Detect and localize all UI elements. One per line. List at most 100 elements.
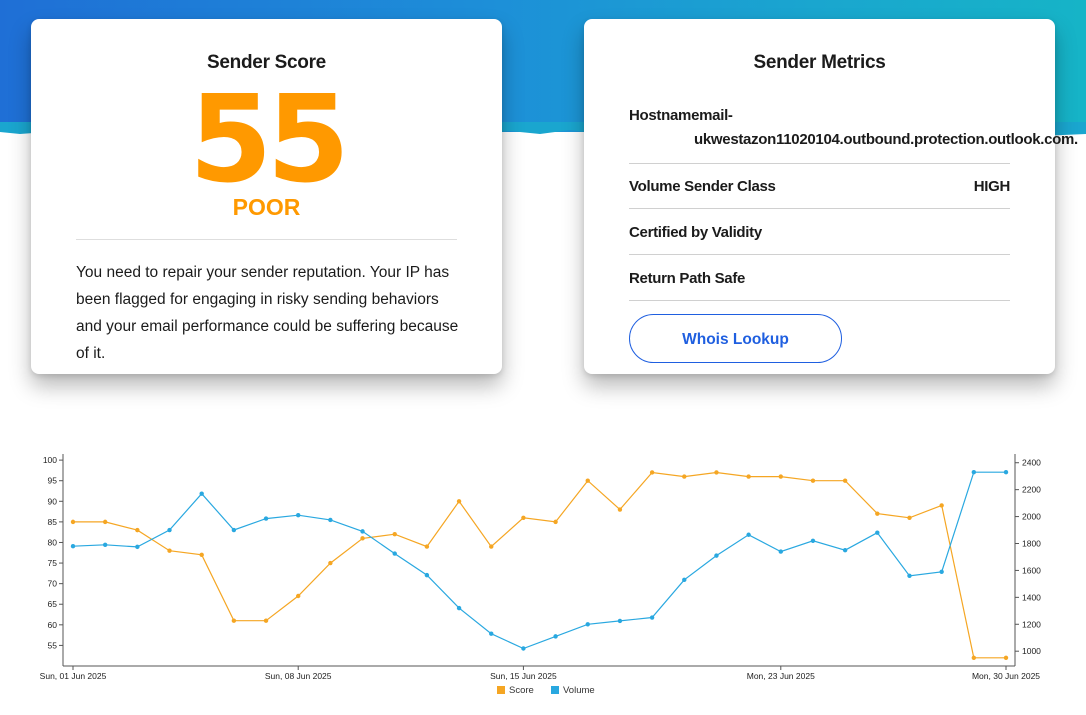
volume-data-point	[778, 549, 783, 554]
y-right-tick-label: 1400	[1022, 592, 1041, 602]
y-right-tick-label: 1800	[1022, 539, 1041, 549]
volume-data-point	[875, 530, 880, 535]
volume-sender-class-label: Volume Sender Class	[629, 178, 776, 195]
score-data-point	[102, 519, 108, 525]
score-data-point	[167, 548, 172, 553]
score-data-point	[649, 470, 655, 475]
score-data-point	[778, 474, 783, 479]
volume-data-point	[939, 569, 944, 574]
score-data-point	[1003, 655, 1009, 660]
volume-data-point	[585, 622, 590, 627]
y-left-tick-label: 60	[48, 620, 58, 630]
sender-score-chart: 55 60 65 70 75 80 85 90 95 100 1000 1200 1400 1600 180…	[40, 454, 1041, 696]
y-right-tick-label: 2400	[1022, 458, 1041, 468]
y-left-tick-label: 75	[48, 558, 58, 568]
volume-data-point	[714, 553, 719, 558]
volume-data-point	[617, 618, 623, 624]
y-left-tick-label: 70	[48, 579, 58, 589]
volume-data-point	[231, 527, 237, 533]
volume-data-point	[199, 491, 204, 496]
x-tick-label: Sun, 08 Jun 2025	[265, 671, 332, 681]
score-data-point	[392, 532, 397, 537]
metric-divider	[629, 163, 1010, 164]
hostname-label: Hostnamemail-	[629, 107, 733, 124]
y-left-tick-label: 65	[48, 599, 58, 609]
volume-data-point	[392, 551, 397, 556]
volume-data-point	[296, 513, 301, 518]
y-left-tick-label: 80	[48, 537, 58, 547]
score-data-point	[746, 474, 751, 479]
score-data-point	[263, 618, 269, 623]
volume-data-point	[1003, 469, 1009, 475]
score-data-point	[70, 519, 76, 525]
score-data-point	[842, 478, 848, 483]
volume-data-point	[649, 615, 655, 620]
volume-sender-class-row: Volume Sender Class HIGH	[629, 178, 1010, 195]
score-data-point	[682, 474, 687, 479]
score-data-point	[424, 544, 430, 549]
x-tick-label: Mon, 23 Jun 2025	[747, 671, 815, 681]
score-data-point	[585, 478, 590, 483]
volume-series-line	[72, 471, 1006, 650]
y-right-tick-label: 2000	[1022, 512, 1041, 522]
volume-data-point	[553, 634, 558, 639]
score-data-point	[553, 519, 558, 525]
return-path-row: Return Path Safe	[629, 270, 1010, 287]
y-right-tick-label: 1200	[1022, 619, 1041, 629]
volume-data-point	[263, 516, 269, 521]
score-data-point	[360, 536, 365, 541]
score-data-point	[971, 655, 977, 660]
volume-data-point	[682, 577, 687, 583]
volume-legend-label: Volume	[563, 685, 595, 696]
return-path-label: Return Path Safe	[629, 270, 746, 287]
score-rating: POOR	[232, 194, 301, 220]
volume-data-point	[810, 538, 816, 544]
volume-data-point	[360, 529, 365, 534]
volume-data-point	[746, 532, 751, 537]
volume-sender-class-value: HIGH	[973, 178, 1011, 195]
y-right-tick-label: 1600	[1022, 565, 1041, 575]
score-description: You need to repair your sender reputatio…	[76, 264, 459, 362]
y-right-tick-label: 1000	[1022, 646, 1041, 656]
y-left-tick-label: 95	[48, 476, 58, 486]
score-data-point	[296, 593, 301, 599]
volume-data-point	[167, 527, 172, 533]
score-data-point	[199, 552, 204, 558]
score-data-point	[617, 507, 623, 512]
volume-data-point	[70, 543, 76, 549]
volume-data-point	[521, 646, 526, 651]
sender-metrics-card: Sender Metrics Hostnamemail- ukwestazon1…	[584, 19, 1078, 374]
hostname-row: Hostnamemail-	[629, 107, 1010, 124]
score-data-point	[231, 618, 237, 623]
score-series-line	[73, 471, 1006, 659]
volume-data-point	[456, 605, 462, 611]
x-tick-label: Sun, 01 Jun 2025	[40, 671, 107, 681]
score-legend-label: Score	[509, 685, 534, 696]
score-data-point	[328, 560, 333, 566]
volume-data-point	[424, 572, 430, 578]
certified-row: Certified by Validity	[629, 224, 1010, 241]
score-data-point	[939, 503, 944, 508]
y-left-tick-label: 90	[48, 496, 58, 506]
volume-data-point	[971, 469, 977, 475]
volume-legend-swatch	[551, 686, 559, 694]
score-divider	[76, 239, 457, 240]
score-data-point	[135, 527, 140, 533]
chart-axes: 55 60 65 70 75 80 85 90 95 100 1000 1200 1400 1600 180…	[40, 454, 1041, 681]
y-left-tick-label: 55	[48, 640, 58, 650]
x-tick-label: Mon, 30 Jun 2025	[972, 671, 1040, 681]
score-data-point	[521, 515, 526, 520]
volume-data-point	[328, 517, 333, 523]
score-value: 55	[189, 71, 350, 210]
score-legend-swatch	[497, 686, 505, 694]
score-data-point	[456, 499, 462, 504]
x-tick-label: Sun, 15 Jun 2025	[490, 671, 557, 681]
certified-label: Certified by Validity	[629, 224, 762, 241]
chart-legend: Score Volume	[497, 685, 595, 696]
whois-lookup-button[interactable]: Whois Lookup	[629, 314, 842, 363]
metric-divider	[629, 254, 1010, 255]
volume-data-point	[135, 544, 140, 550]
score-data-point	[875, 511, 880, 516]
sender-metrics-title: Sender Metrics	[753, 52, 886, 73]
metric-divider	[629, 300, 1010, 301]
